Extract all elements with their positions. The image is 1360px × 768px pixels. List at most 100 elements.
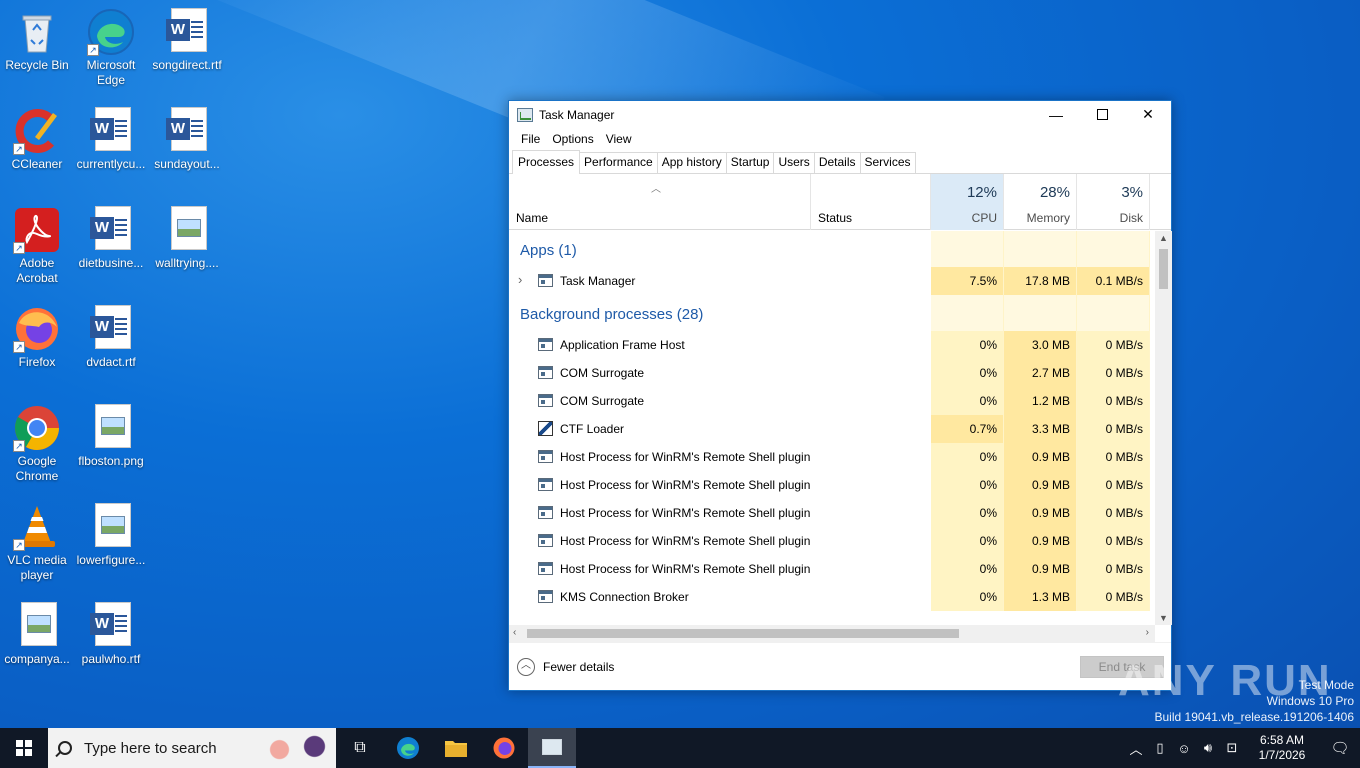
desktop-icon-chrome[interactable]: ↗ Google Chrome [0, 404, 74, 484]
word-document-icon: W [87, 305, 135, 353]
people-icon[interactable]: ☺ [1172, 741, 1196, 756]
table-row[interactable]: CTF Loader 0.7% 3.3 MB 0 MB/s [509, 415, 1171, 443]
tab-processes[interactable]: Processes [512, 150, 581, 174]
desktop-icon-vlc[interactable]: ↗ VLC media player [0, 503, 74, 583]
desktop-icon-walltrying[interactable]: walltrying.... [150, 206, 224, 271]
group-header-apps[interactable]: Apps (1) [509, 231, 1171, 267]
clock-time: 6:58 AM [1259, 733, 1305, 747]
column-header-name[interactable]: ︿ Name [509, 174, 811, 230]
clock-date: 1/7/2026 [1258, 748, 1306, 762]
taskbar-file-explorer[interactable] [432, 728, 480, 768]
table-row[interactable]: COM Surrogate 0% 2.7 MB 0 MB/s [509, 359, 1171, 387]
desktop-icon-flboston[interactable]: flboston.png [74, 404, 148, 469]
table-row[interactable]: Host Process for WinRM's Remote Shell pl… [509, 555, 1171, 583]
desktop-icon-companya[interactable]: companya... [0, 602, 74, 667]
title-bar[interactable]: Task Manager — ✕ [509, 101, 1171, 128]
desktop-icon-paulwho[interactable]: W paulwho.rtf [74, 602, 148, 667]
memory-label: Memory [1026, 211, 1070, 225]
desktop-icon-sundayout[interactable]: W sundayout... [150, 107, 224, 172]
tab-users[interactable]: Users [773, 152, 815, 173]
search-highlight-illustration [262, 732, 332, 764]
task-view-button[interactable]: ⧉ [336, 728, 384, 768]
menu-view[interactable]: View [600, 132, 638, 146]
horizontal-scrollbar[interactable]: ‹ › [509, 625, 1155, 642]
edge-icon: ↗ [87, 8, 135, 56]
maximize-icon [1096, 109, 1108, 120]
desktop-icon-label: dietbusine... [78, 256, 144, 270]
column-header-status[interactable]: Status [811, 174, 931, 230]
cpu-label: CPU [971, 211, 997, 225]
taskbar-edge[interactable] [384, 728, 432, 768]
shortcut-arrow-icon: ↗ [13, 440, 25, 452]
firefox-icon [493, 737, 515, 759]
menu-options[interactable]: Options [546, 132, 599, 146]
menu-file[interactable]: File [515, 132, 546, 146]
taskbar-task-manager[interactable] [528, 728, 576, 768]
folder-icon [445, 741, 467, 757]
shortcut-arrow-icon: ↗ [13, 539, 25, 551]
volume-icon[interactable]: 🔊︎ [1196, 740, 1220, 756]
scrollbar-thumb[interactable] [527, 629, 959, 638]
taskbar-search-box[interactable]: Type here to search [48, 728, 336, 768]
desktop-icon-ccleaner[interactable]: ↗ CCleaner [0, 107, 74, 172]
task-manager-icon [542, 739, 562, 755]
taskbar-firefox[interactable] [480, 728, 528, 768]
group-header-background[interactable]: Background processes (28) [509, 295, 1171, 331]
desktop-icon-recycle-bin[interactable]: Recycle Bin [0, 8, 74, 73]
tab-startup[interactable]: Startup [725, 152, 775, 173]
close-button[interactable]: ✕ [1125, 101, 1171, 128]
table-row[interactable]: Host Process for WinRM's Remote Shell pl… [509, 499, 1171, 527]
desktop-icon-songdirect[interactable]: W songdirect.rtf [150, 8, 224, 73]
table-row[interactable]: › Task Manager 7.5% 17.8 MB 0.1 MB/s [509, 267, 1171, 295]
table-row[interactable]: Host Process for WinRM's Remote Shell pl… [509, 443, 1171, 471]
word-document-icon: W [163, 107, 211, 155]
desktop-icon-currentlycu[interactable]: W currentlycu... [74, 107, 148, 172]
fewer-details-button[interactable]: ︿ Fewer details [517, 658, 614, 676]
maximize-button[interactable] [1079, 101, 1125, 128]
desktop-icon-dvdact[interactable]: W dvdact.rtf [74, 305, 148, 370]
chevron-up-icon[interactable]: ︿ [1124, 739, 1148, 758]
network-icon[interactable]: ⊡ [1220, 740, 1244, 756]
column-header-cpu[interactable]: 12% CPU [931, 174, 1004, 230]
notification-icon[interactable]: 🗨︎ [1320, 739, 1360, 757]
menu-bar: File Options View [509, 128, 1171, 150]
vertical-scrollbar[interactable]: ▲ ▼ [1155, 231, 1172, 625]
table-row[interactable]: Host Process for WinRM's Remote Shell pl… [509, 527, 1171, 555]
search-placeholder: Type here to search [84, 739, 217, 757]
desktop-icon-dietbusine[interactable]: W dietbusine... [74, 206, 148, 271]
table-row[interactable]: KMS Connection Broker 0% 1.3 MB 0 MB/s [509, 583, 1171, 611]
desktop-icon-lowerfigure[interactable]: lowerfigure... [74, 503, 148, 568]
ctf-loader-icon [538, 421, 553, 436]
task-view-icon: ⧉ [354, 739, 366, 756]
desktop-icon-edge[interactable]: ↗ Microsoft Edge [74, 8, 148, 88]
tab-app-history[interactable]: App history [656, 152, 727, 173]
tab-strip: Processes Performance App history Startu… [509, 150, 1171, 174]
start-button[interactable] [0, 728, 48, 768]
tab-services[interactable]: Services [859, 152, 916, 173]
scroll-up-icon[interactable]: ▲ [1155, 233, 1172, 243]
scroll-right-icon[interactable]: › [1146, 627, 1149, 638]
minimize-button[interactable]: — [1033, 101, 1079, 128]
window-footer: ︿ Fewer details End task [509, 642, 1171, 690]
scrollbar-thumb[interactable] [1159, 249, 1168, 289]
ccleaner-icon: ↗ [13, 107, 61, 155]
column-header-disk[interactable]: 3% Disk [1077, 174, 1150, 230]
scroll-left-icon[interactable]: ‹ [513, 627, 516, 638]
tablet-icon[interactable]: ▯ [1148, 740, 1172, 756]
scroll-down-icon[interactable]: ▼ [1155, 613, 1172, 623]
test-mode-watermark: Test Mode Windows 10 Pro Build 19041.vb_… [1154, 678, 1355, 724]
desktop-icon-label: paulwho.rtf [81, 652, 141, 666]
shortcut-arrow-icon: ↗ [13, 143, 25, 155]
tab-performance[interactable]: Performance [579, 152, 658, 173]
table-row[interactable]: COM Surrogate 0% 1.2 MB 0 MB/s [509, 387, 1171, 415]
desktop-icon-acrobat[interactable]: ↗ Adobe Acrobat [0, 206, 74, 286]
table-row[interactable]: Host Process for WinRM's Remote Shell pl… [509, 471, 1171, 499]
table-row[interactable]: Application Frame Host 0% 3.0 MB 0 MB/s [509, 331, 1171, 359]
column-header-memory[interactable]: 28% Memory [1004, 174, 1077, 230]
clock[interactable]: 6:58 AM 1/7/2026 [1244, 733, 1320, 763]
desktop-icon-firefox[interactable]: ↗ Firefox [0, 305, 74, 370]
chevron-right-icon[interactable]: › [518, 272, 522, 287]
desktop-icon-label: flboston.png [78, 454, 144, 468]
system-tray: ︿ ▯ ☺ 🔊︎ ⊡ 6:58 AM 1/7/2026 🗨︎ [1124, 728, 1360, 768]
tab-details[interactable]: Details [813, 152, 861, 173]
